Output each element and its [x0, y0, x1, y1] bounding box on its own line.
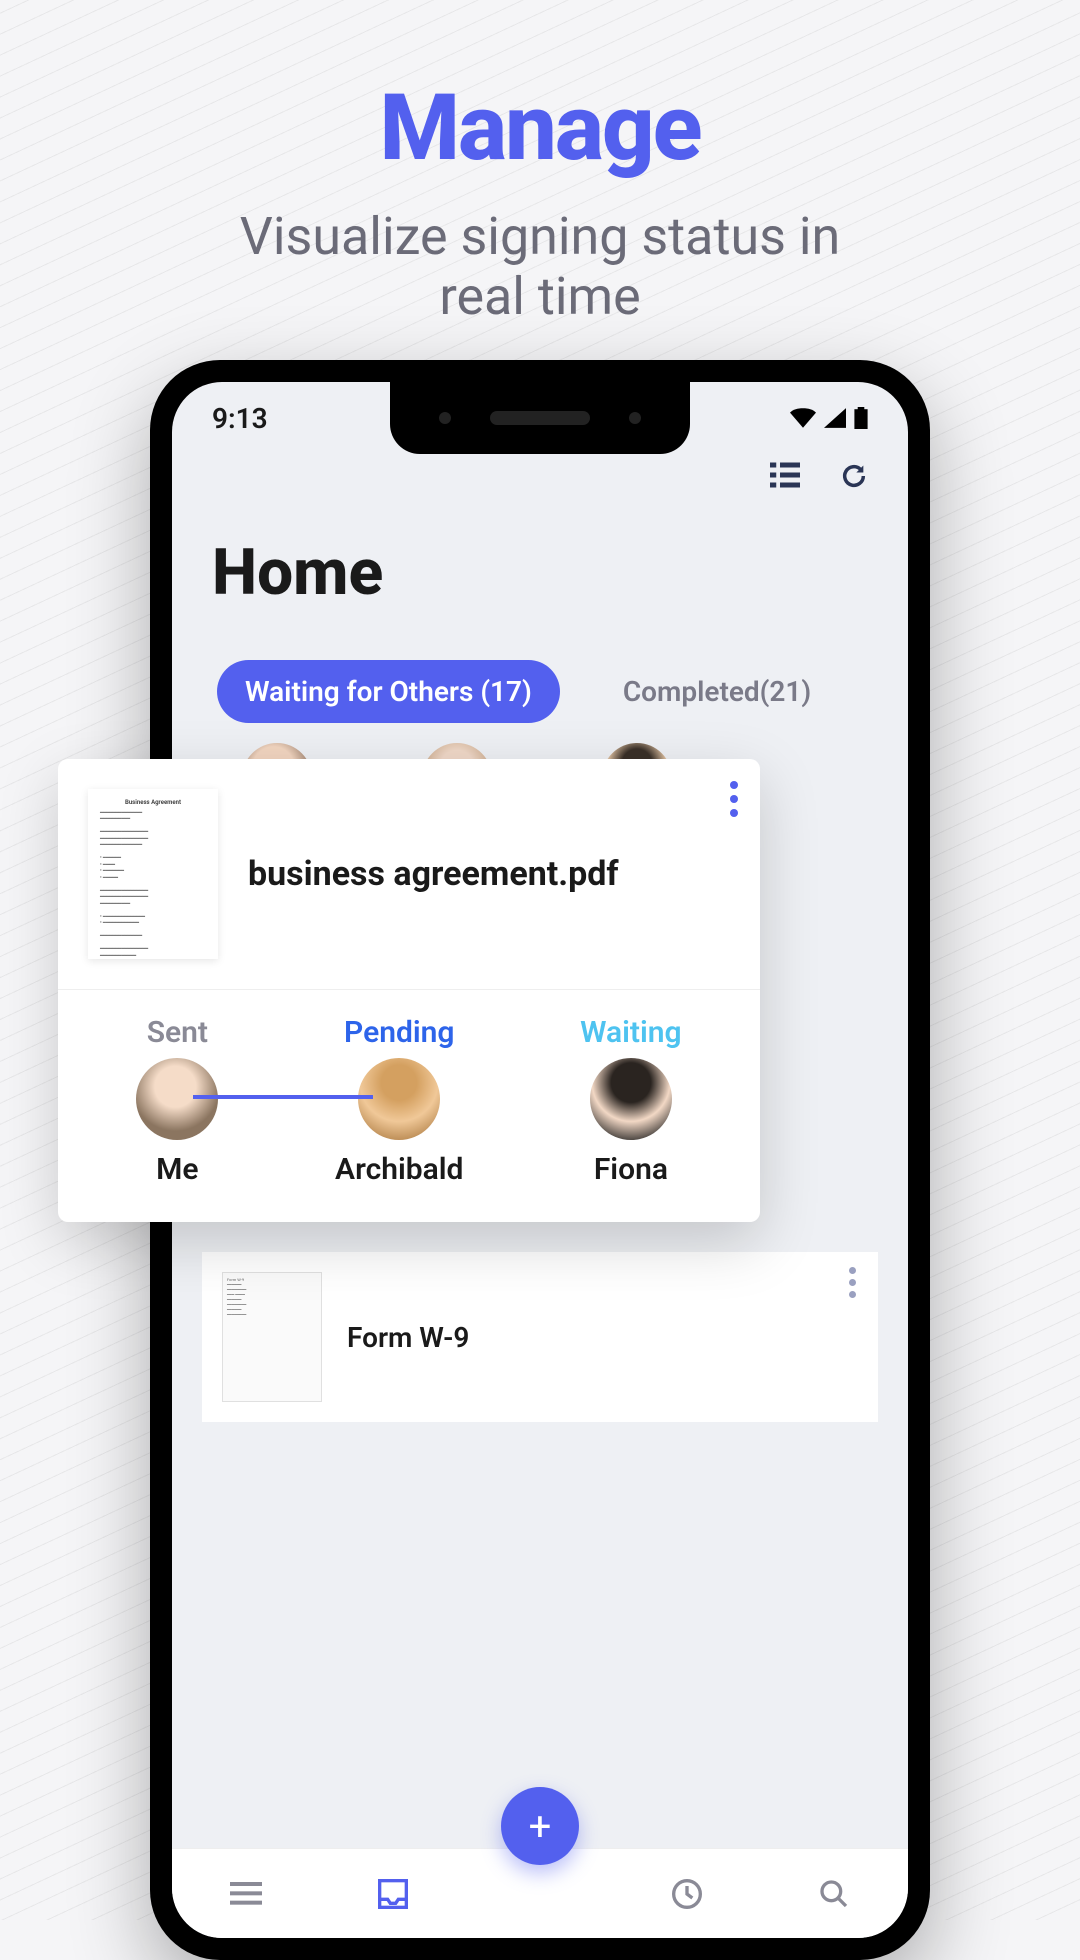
history-icon[interactable] — [671, 1878, 703, 1910]
card-header: Business Agreement ━━━━━━━━━━━━━━━━━━━━━… — [58, 759, 760, 989]
list-view-icon[interactable] — [770, 462, 800, 488]
status-icons — [790, 407, 868, 429]
add-button[interactable]: + — [501, 1787, 579, 1865]
menu-icon[interactable] — [230, 1882, 262, 1906]
wifi-icon — [790, 408, 816, 428]
search-icon[interactable] — [818, 1878, 850, 1910]
signer-status: Pending — [344, 1015, 454, 1050]
more-options-icon[interactable] — [730, 781, 738, 817]
signer-timeline: Sent Me Pending Archibald Waiting Fiona — [58, 990, 760, 1222]
signer-status: Waiting — [580, 1015, 681, 1050]
notch-speaker — [490, 411, 590, 425]
more-options-icon[interactable] — [849, 1267, 856, 1298]
avatar — [136, 1058, 218, 1140]
notch-sensor-dot — [629, 412, 641, 424]
document-name: business agreement.pdf — [248, 854, 619, 894]
signer-name: Me — [156, 1152, 198, 1187]
notch-camera-dot — [439, 412, 451, 424]
hero-subtitle-line1: Visualize signing status in — [240, 206, 840, 267]
signer-item: Sent Me — [136, 1015, 218, 1187]
signer-name: Archibald — [335, 1152, 463, 1187]
hero-title: Manage — [0, 75, 1080, 182]
signal-icon — [824, 408, 846, 428]
inbox-icon[interactable] — [377, 1878, 409, 1910]
tabs-row: Waiting for Others (17) Completed(21) — [217, 660, 878, 723]
document-thumbnail: Form W-9━━━━━━━━━━━━━━━━━ ━━━━━━━━━━━━━━… — [222, 1272, 322, 1402]
signer-item: Pending Archibald — [335, 1015, 463, 1187]
document-card[interactable]: Form W-9━━━━━━━━━━━━━━━━━ ━━━━━━━━━━━━━━… — [202, 1252, 878, 1422]
status-time: 9:13 — [212, 402, 268, 435]
plus-icon: + — [529, 1803, 552, 1850]
signer-status: Sent — [147, 1015, 208, 1050]
featured-document-card[interactable]: Business Agreement ━━━━━━━━━━━━━━━━━━━━━… — [58, 759, 760, 1222]
page-title: Home — [212, 535, 878, 610]
hero-subtitle-line2: real time — [439, 266, 640, 327]
signer-item: Waiting Fiona — [580, 1015, 681, 1187]
hero-section: Manage Visualize signing status in real … — [0, 0, 1080, 327]
battery-icon — [854, 407, 868, 429]
avatar — [590, 1058, 672, 1140]
signer-name: Fiona — [594, 1152, 668, 1187]
header-actions — [202, 462, 878, 490]
document-thumbnail: Business Agreement ━━━━━━━━━━━━━━━━━━━━━… — [88, 789, 218, 959]
timeline-connector — [193, 1095, 373, 1099]
app-header: Home Waiting for Others (17) Completed(2… — [172, 442, 908, 813]
document-name: Form W-9 — [347, 1321, 469, 1354]
hero-subtitle: Visualize signing status in real time — [0, 207, 1080, 327]
refresh-icon[interactable] — [840, 462, 868, 490]
avatar — [358, 1058, 440, 1140]
tab-waiting-for-others[interactable]: Waiting for Others (17) — [217, 660, 560, 723]
phone-notch — [390, 382, 690, 454]
tab-completed[interactable]: Completed(21) — [595, 660, 839, 723]
